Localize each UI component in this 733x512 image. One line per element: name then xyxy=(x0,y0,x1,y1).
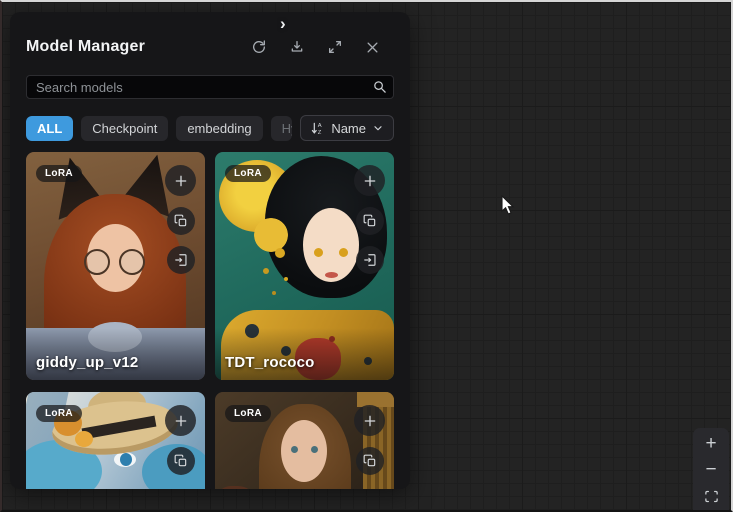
filter-row: ALL Checkpoint embedding Hype › A Z Name xyxy=(26,115,394,141)
thumbnail-art xyxy=(119,249,145,275)
add-icon[interactable] xyxy=(354,405,385,436)
svg-text:A: A xyxy=(318,123,322,129)
copy-icon[interactable] xyxy=(356,207,384,235)
thumbnail-art xyxy=(120,453,132,466)
expand-icon[interactable] xyxy=(327,39,343,55)
filter-chip-embedding[interactable]: embedding xyxy=(176,116,262,141)
model-card-3[interactable]: LoRA xyxy=(26,392,205,489)
refresh-icon[interactable] xyxy=(251,39,267,55)
load-icon[interactable] xyxy=(167,246,195,274)
search-bar xyxy=(26,75,394,99)
card-actions xyxy=(354,405,385,475)
chevron-down-icon xyxy=(372,122,384,134)
thumbnail-art xyxy=(291,446,298,453)
node-canvas[interactable]: Model Manager xyxy=(0,0,733,512)
thumbnail-art xyxy=(339,248,348,257)
sort-label: Name xyxy=(331,121,366,136)
model-grid: LoRA giddy_up_v12 xyxy=(26,152,394,489)
model-card-4[interactable]: LoRA xyxy=(215,392,394,489)
model-type-badge: LoRA xyxy=(225,405,271,422)
model-type-badge: LoRA xyxy=(225,165,271,182)
canvas-zoom-toolbar: + − xyxy=(693,428,729,512)
close-icon[interactable] xyxy=(365,40,380,55)
search-icon[interactable] xyxy=(372,79,387,99)
download-icon[interactable] xyxy=(289,39,305,55)
search-input[interactable] xyxy=(26,75,394,99)
card-actions xyxy=(354,165,385,274)
thumbnail-art xyxy=(281,420,327,482)
filter-chip-checkpoint[interactable]: Checkpoint xyxy=(81,116,168,141)
model-type-badge: LoRA xyxy=(36,405,82,422)
load-icon[interactable] xyxy=(356,246,384,274)
model-name: giddy_up_v12 xyxy=(36,354,138,371)
card-actions xyxy=(165,165,196,274)
add-icon[interactable] xyxy=(165,165,196,196)
page-title: Model Manager xyxy=(26,38,145,56)
thumbnail-art xyxy=(325,272,338,278)
panel-header: Model Manager xyxy=(26,36,394,58)
chevron-right-icon: › xyxy=(280,14,286,34)
thumbnail-art xyxy=(314,248,323,257)
model-name: TDT_rococo xyxy=(225,354,315,371)
thumbnail-art xyxy=(84,249,110,275)
copy-icon[interactable] xyxy=(167,207,195,235)
thumbnail-art xyxy=(303,208,359,282)
model-manager-panel: Model Manager xyxy=(10,12,410,489)
model-card-tdt-rococo[interactable]: LoRA TDT_rococo xyxy=(215,152,394,380)
card-actions xyxy=(165,405,196,475)
zoom-in-button[interactable]: + xyxy=(696,431,726,457)
mouse-cursor xyxy=(501,195,516,221)
add-icon[interactable] xyxy=(354,165,385,196)
sort-button[interactable]: A Z Name xyxy=(300,115,394,141)
copy-icon[interactable] xyxy=(167,447,195,475)
model-type-badge: LoRA xyxy=(36,165,82,182)
header-actions xyxy=(251,39,380,55)
thumbnail-art xyxy=(311,446,318,453)
sort-icon: A Z xyxy=(310,121,325,136)
zoom-out-button[interactable]: − xyxy=(696,457,726,483)
add-icon[interactable] xyxy=(165,405,196,436)
copy-icon[interactable] xyxy=(356,447,384,475)
filter-chip-hypernetwork[interactable]: Hype xyxy=(271,116,293,141)
filter-chip-all[interactable]: ALL xyxy=(26,116,73,141)
thumbnail-art xyxy=(249,214,293,256)
model-card-giddy-up-v12[interactable]: LoRA giddy_up_v12 xyxy=(26,152,205,380)
fit-screen-icon[interactable] xyxy=(696,483,726,509)
thumbnail-art xyxy=(275,248,285,258)
svg-text:Z: Z xyxy=(318,130,322,136)
